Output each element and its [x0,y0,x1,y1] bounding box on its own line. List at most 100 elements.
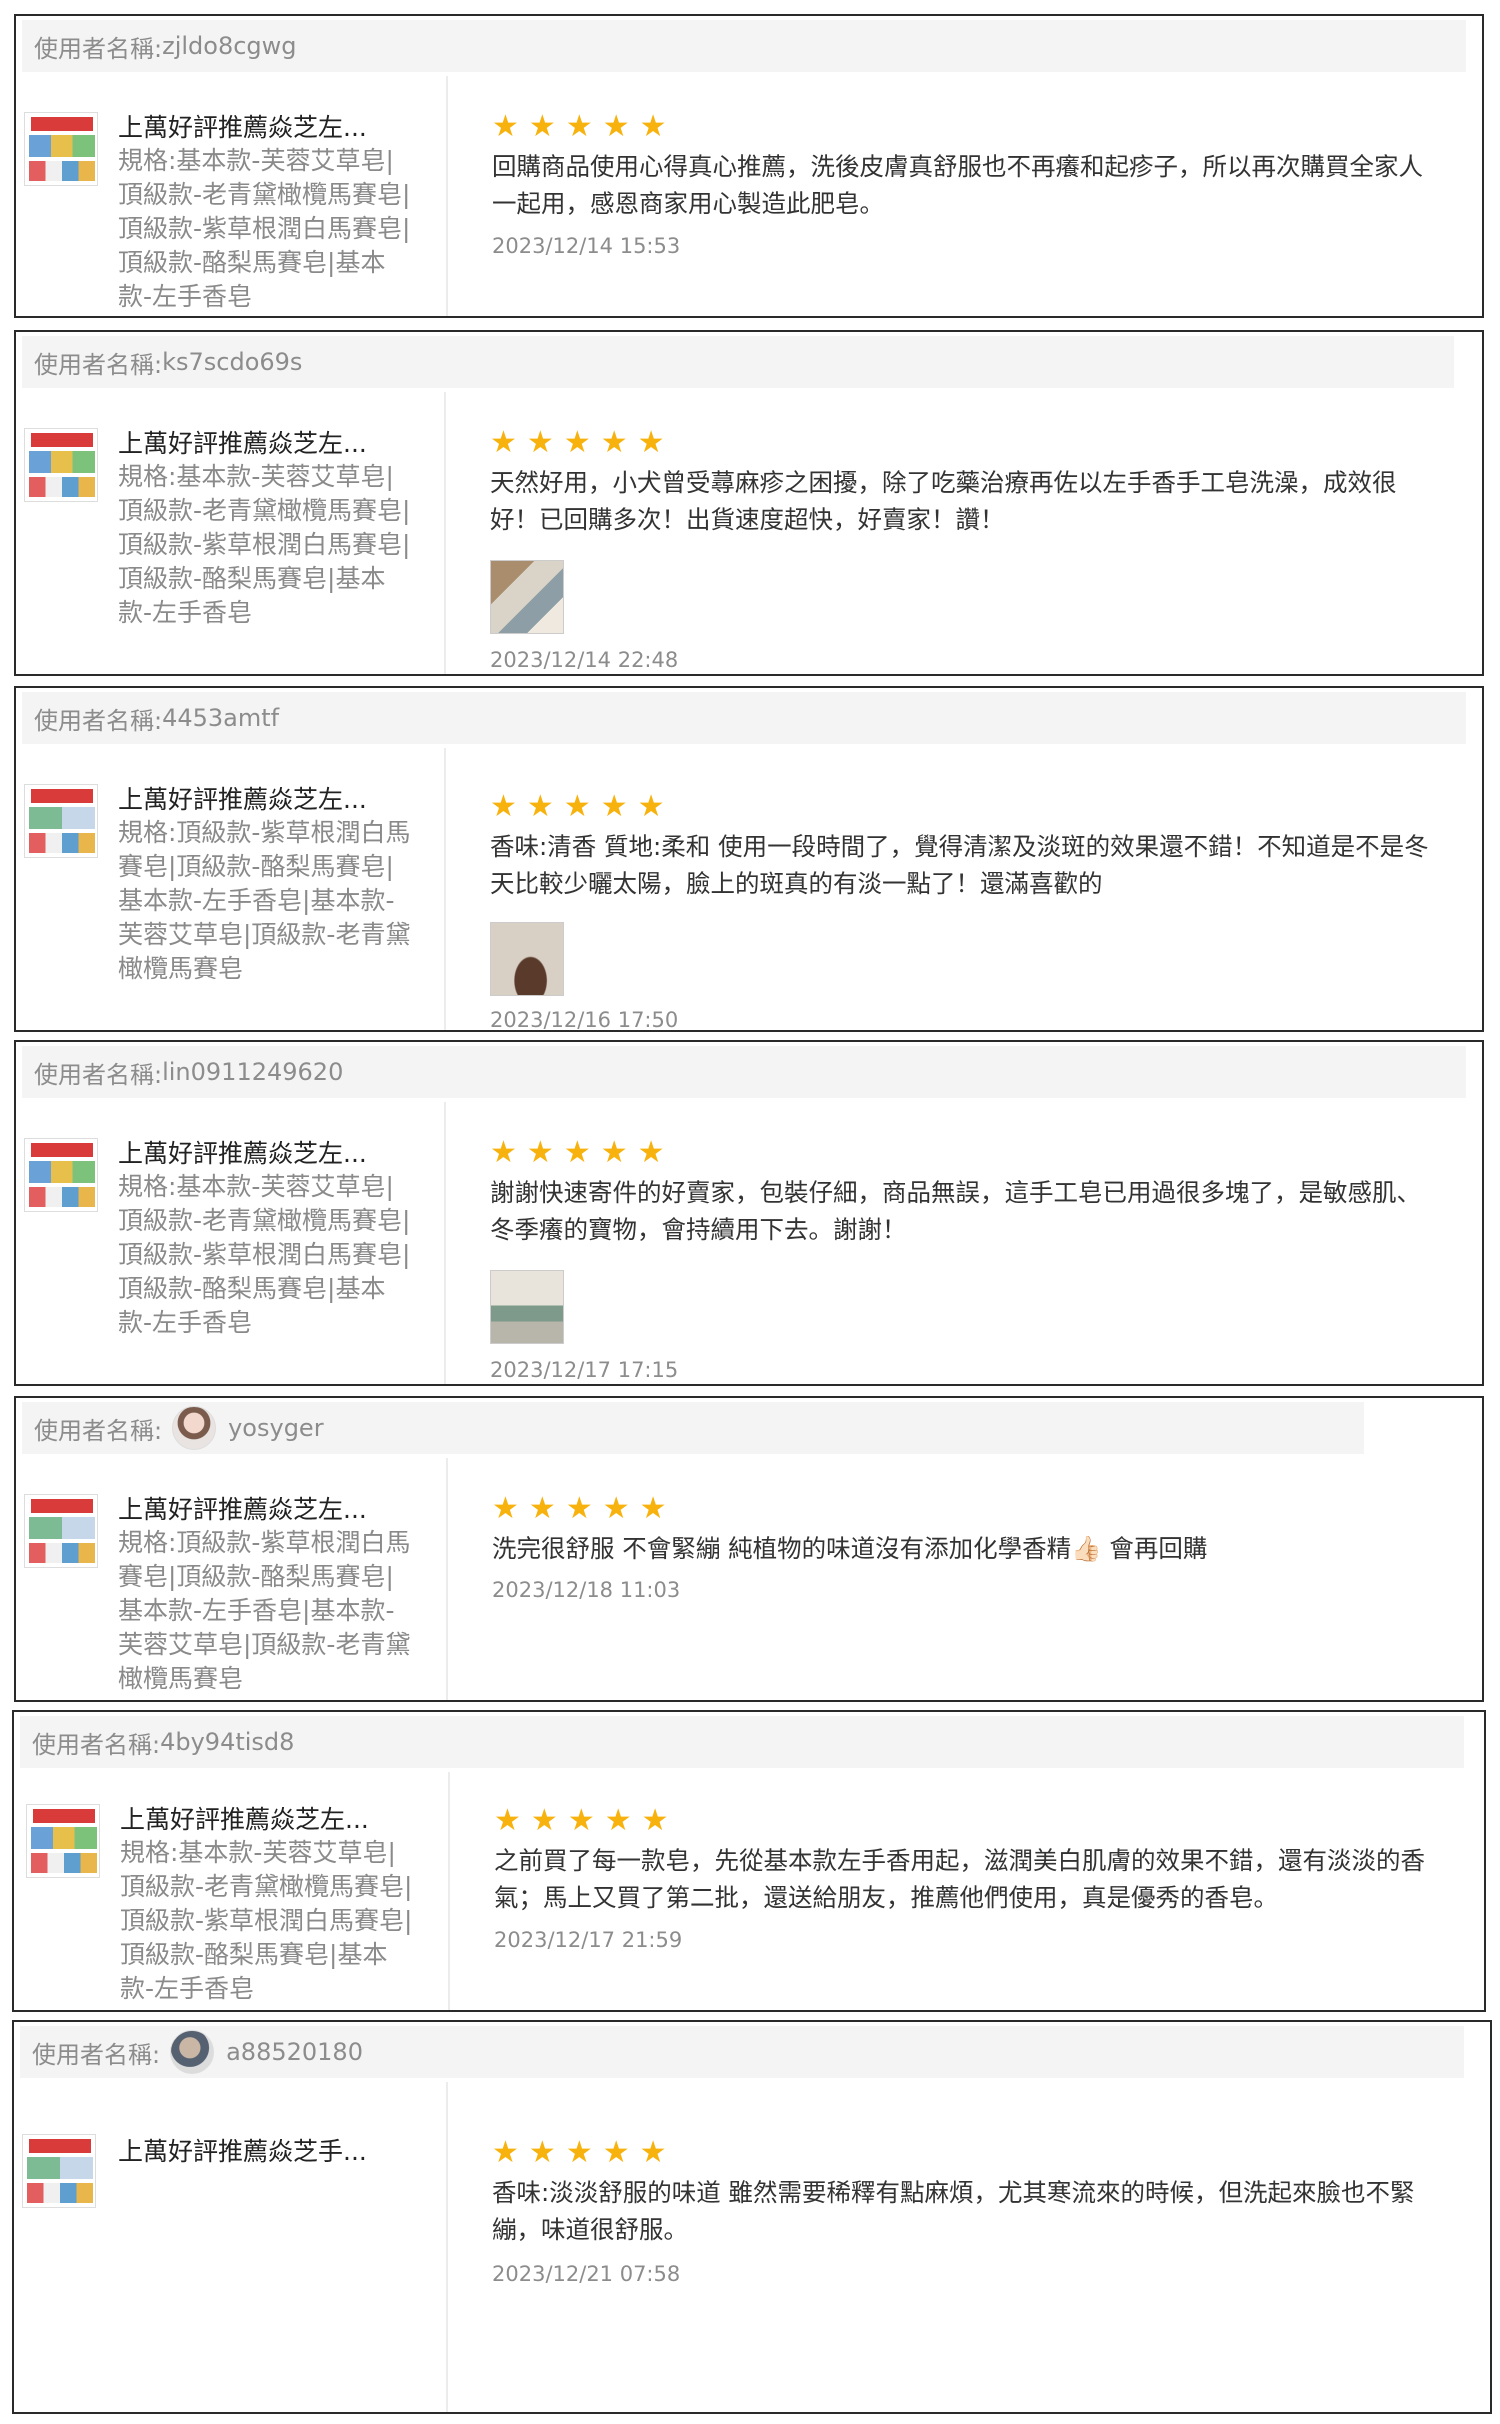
star-icon: ★ [565,1491,593,1526]
review-text: 香味:淡淡舒服的味道 雖然需要稀釋有點麻煩，尤其寒流來的時候，但洗起來臉也不緊繃… [492,2178,1415,2244]
star-icon: ★ [600,1135,628,1170]
username-label: 使用者名稱: [34,34,163,63]
product-thumbnail[interactable] [22,2134,96,2208]
product-name[interactable]: 上萬好評推薦焱芝左... [118,428,367,460]
star-icon: ★ [530,1803,558,1838]
product-thumbnail[interactable] [24,1138,98,1212]
review-photo[interactable] [490,922,564,996]
username[interactable]: lin0911249620 [162,1058,343,1086]
star-icon: ★ [526,1135,554,1170]
review-date: 2023/12/14 22:48 [490,648,679,672]
reviewer-header: 使用者名稱: yosyger [22,1402,1364,1454]
review-text: 之前買了每一款皂，先從基本款左手香用起，滋潤美白肌膚的效果不錯，還有淡淡的香氣；… [494,1846,1425,1912]
reviewer-header: 使用者名稱: 4by94tisd8 [20,1716,1464,1768]
reviewer-header: 使用者名稱: a88520180 [20,2026,1464,2078]
reviewer-header: 使用者名稱: 4453amtf [22,692,1466,744]
user-avatar[interactable] [172,1406,217,1450]
review-date: 2023/12/18 11:03 [492,1578,681,1602]
product-name[interactable]: 上萬好評推薦焱芝左... [118,1494,367,1526]
review-date: 2023/12/16 17:50 [490,1008,679,1032]
product-thumbnail[interactable] [26,1804,100,1878]
star-icon: ★ [490,1135,517,1170]
username-label: 使用者名稱: [32,1730,161,1759]
rating-stars: ★ ★ ★ ★ ★ [490,428,665,458]
review-card: 使用者名稱: 4by94tisd8 上萬好評推薦焱芝左... 規格:基本款-芙蓉… [12,1710,1486,2012]
product-spec: 規格:基本款-芙蓉艾草皂|頂級款-老青黛橄欖馬賽皂|頂級款-紫草根潤白馬賽皂|頂… [118,462,411,627]
star-icon: ★ [565,109,593,144]
reviewer-header: 使用者名稱: lin0911249620 [22,1046,1466,1098]
review-photo[interactable] [490,560,564,634]
star-icon: ★ [528,109,556,144]
review-date: 2023/12/17 17:15 [490,1358,679,1382]
star-icon: ★ [563,789,591,824]
rating-stars: ★ ★ ★ ★ ★ [490,1138,665,1168]
product-spec: 規格:基本款-芙蓉艾草皂|頂級款-老青黛橄欖馬賽皂|頂級款-紫草根潤白馬賽皂|頂… [118,1172,411,1337]
rating-stars: ★ ★ ★ ★ ★ [492,1494,667,1524]
username[interactable]: yosyger [228,1414,323,1442]
column-divider [444,1102,446,1384]
star-icon: ★ [494,1803,521,1838]
product-thumbnail[interactable] [24,112,98,186]
review-card: 使用者名稱: 4453amtf 上萬好評推薦焱芝左... 規格:頂級款-紫草根潤… [14,686,1484,1032]
username[interactable]: zjldo8cgwg [162,32,296,60]
username-label: 使用者名稱: [34,350,163,379]
username-label: 使用者名稱: [34,1060,163,1089]
product-thumbnail[interactable] [24,1494,98,1568]
product-name[interactable]: 上萬好評推薦焱芝左... [120,1804,369,1836]
username[interactable]: a88520180 [226,2038,363,2066]
review-card: 使用者名稱: ks7scdo69s 上萬好評推薦焱芝左... 規格:基本款-芙蓉… [14,330,1484,676]
username-label: 使用者名稱: [34,1416,163,1445]
review-date: 2023/12/21 07:58 [492,2262,681,2286]
review-text: 洗完很舒服 不會緊繃 純植物的味道沒有添加化學香精👍🏻 會再回購 [492,1534,1208,1563]
star-icon: ★ [639,109,667,144]
star-icon: ★ [637,789,665,824]
product-spec: 規格:頂級款-紫草根潤白馬賽皂|頂級款-酪梨馬賽皂|基本款-左手香皂|基本款-芙… [118,1528,411,1693]
username[interactable]: 4by94tisd8 [160,1728,294,1756]
user-avatar[interactable] [170,2030,215,2074]
star-icon: ★ [526,425,554,460]
rating-stars: ★ ★ ★ ★ ★ [492,2138,667,2168]
product-thumbnail[interactable] [24,428,98,502]
product-name[interactable]: 上萬好評推薦焱芝手... [118,2136,367,2168]
reviewer-header: 使用者名稱: zjldo8cgwg [22,20,1466,72]
star-icon: ★ [600,425,628,460]
column-divider [446,76,448,316]
rating-stars: ★ ★ ★ ★ ★ [494,1806,669,1836]
star-icon: ★ [602,1491,630,1526]
product-name[interactable]: 上萬好評推薦焱芝左... [118,112,367,144]
review-date: 2023/12/14 15:53 [492,234,681,258]
product-spec: 規格:頂級款-紫草根潤白馬賽皂|頂級款-酪梨馬賽皂|基本款-左手香皂|基本款-芙… [118,818,411,983]
column-divider [446,1458,448,1700]
star-icon: ★ [528,2135,556,2170]
review-date: 2023/12/17 21:59 [494,1928,683,1952]
column-divider [444,392,446,674]
star-icon: ★ [567,1803,595,1838]
review-photo[interactable] [490,1270,564,1344]
star-icon: ★ [565,2135,593,2170]
review-text: 天然好用，小犬曾受蕁麻疹之困擾，除了吃藥治療再佐以左手香手工皂洗澡，成效很好！已… [490,468,1397,534]
star-icon: ★ [639,2135,667,2170]
star-icon: ★ [490,425,517,460]
rating-stars: ★ ★ ★ ★ ★ [492,112,667,142]
product-name[interactable]: 上萬好評推薦焱芝左... [118,784,367,816]
username[interactable]: ks7scdo69s [162,348,302,376]
star-icon: ★ [602,2135,630,2170]
username[interactable]: 4453amtf [162,704,279,732]
star-icon: ★ [604,1803,632,1838]
review-card: 使用者名稱: a88520180 上萬好評推薦焱芝手... ★ ★ ★ ★ ★ … [12,2020,1492,2414]
product-name[interactable]: 上萬好評推薦焱芝左... [118,1138,367,1170]
star-icon: ★ [526,789,554,824]
rating-stars: ★ ★ ★ ★ ★ [490,792,665,822]
product-spec: 規格:基本款-芙蓉艾草皂|頂級款-老青黛橄欖馬賽皂|頂級款-紫草根潤白馬賽皂|頂… [120,1838,413,2003]
star-icon: ★ [528,1491,556,1526]
star-icon: ★ [492,2135,519,2170]
column-divider [446,2082,448,2412]
product-thumbnail[interactable] [24,784,98,858]
review-card: 使用者名稱: yosyger 上萬好評推薦焱芝左... 規格:頂級款-紫草根潤白… [14,1396,1484,1702]
star-icon: ★ [492,109,519,144]
reviewer-header: 使用者名稱: ks7scdo69s [22,336,1454,388]
star-icon: ★ [492,1491,519,1526]
review-text: 回購商品使用心得真心推薦，洗後皮膚真舒服也不再癢和起疹子，所以再次購買全家人一起… [492,152,1423,218]
star-icon: ★ [490,789,517,824]
star-icon: ★ [563,425,591,460]
